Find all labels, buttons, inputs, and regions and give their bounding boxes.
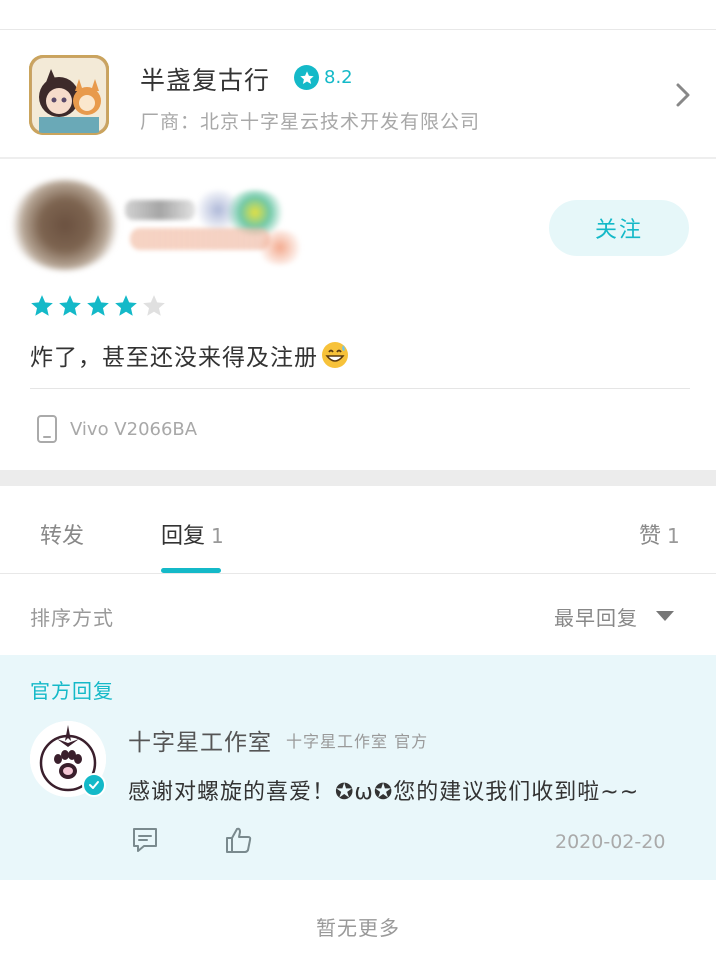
chevron-right-icon[interactable] bbox=[674, 81, 692, 109]
official-reply-section: 官方回复 十字星工作室 十字星工作室 官方 感谢对螺旋的喜爱！✪ω✪您的建议我们… bbox=[0, 655, 716, 880]
tab-bar: 转发 回复 1 赞1 bbox=[0, 486, 716, 574]
reply-author-tag: 十字星工作室 官方 bbox=[286, 732, 429, 751]
game-avatar-icon bbox=[29, 55, 109, 135]
device-label: Vivo V2066BA bbox=[70, 418, 198, 440]
reply-author[interactable]: 十字星工作室 bbox=[128, 723, 272, 757]
official-reply-title: 官方回复 bbox=[30, 679, 114, 703]
tab-likes-label: 赞 bbox=[639, 524, 662, 549]
game-title: 半盏复古行 bbox=[140, 66, 271, 95]
tab-replies-count: 1 bbox=[211, 524, 224, 548]
section-separator bbox=[0, 470, 716, 486]
divider bbox=[30, 388, 690, 389]
no-more-label: 暂无更多 bbox=[316, 916, 400, 940]
star-filled-icon bbox=[115, 295, 137, 316]
top-bar bbox=[0, 0, 716, 30]
reply-text: 感谢对螺旋的喜爱！✪ω✪您的建议我们收到啦~~ bbox=[128, 780, 640, 805]
caret-down-icon[interactable] bbox=[655, 609, 675, 623]
phone-icon bbox=[37, 415, 57, 443]
tab-forward[interactable]: 转发 bbox=[40, 518, 84, 550]
reviewer-name-blurred bbox=[125, 190, 305, 270]
star-badge-icon bbox=[294, 65, 319, 90]
reviewer-header: 关注 bbox=[0, 160, 716, 280]
star-filled-icon bbox=[87, 295, 109, 316]
tab-active-indicator bbox=[161, 568, 221, 573]
game-card[interactable]: 半盏复古行 8.2 厂商：北京十字星云技术开发有限公司 bbox=[0, 31, 716, 159]
star-empty-icon bbox=[143, 295, 165, 316]
tab-replies-label: 回复 bbox=[161, 524, 206, 549]
thumbs-up-icon[interactable] bbox=[224, 825, 254, 855]
grinning-sweat-emoji-icon bbox=[322, 342, 348, 368]
star-filled-icon bbox=[59, 295, 81, 316]
device-info: Vivo V2066BA bbox=[36, 414, 197, 444]
tab-forward-label: 转发 bbox=[40, 524, 85, 549]
review-body: 炸了，甚至还没来得及注册 bbox=[30, 338, 350, 372]
star-filled-icon bbox=[31, 295, 53, 316]
studio-avatar[interactable] bbox=[30, 721, 106, 797]
rating-stars bbox=[29, 293, 169, 319]
reviewer-avatar[interactable] bbox=[10, 180, 120, 270]
rating-value: 8.2 bbox=[324, 67, 353, 88]
tab-replies[interactable]: 回复 1 bbox=[161, 518, 224, 550]
game-rating: 8.2 bbox=[294, 65, 353, 90]
tab-likes[interactable]: 赞1 bbox=[639, 518, 680, 550]
sort-row: 排序方式 最早回复 bbox=[0, 575, 716, 655]
tab-likes-count: 1 bbox=[667, 524, 680, 548]
game-vendor: 厂商：北京十字星云技术开发有限公司 bbox=[140, 111, 481, 133]
follow-button[interactable]: 关注 bbox=[549, 200, 689, 256]
review-text: 炸了，甚至还没来得及注册 bbox=[30, 345, 318, 371]
reply-date: 2020-02-20 bbox=[555, 831, 666, 853]
sort-label: 排序方式 bbox=[30, 606, 114, 630]
sort-dropdown[interactable]: 最早回复 bbox=[554, 602, 638, 631]
comment-icon[interactable] bbox=[130, 825, 160, 855]
verified-check-icon bbox=[82, 773, 106, 797]
